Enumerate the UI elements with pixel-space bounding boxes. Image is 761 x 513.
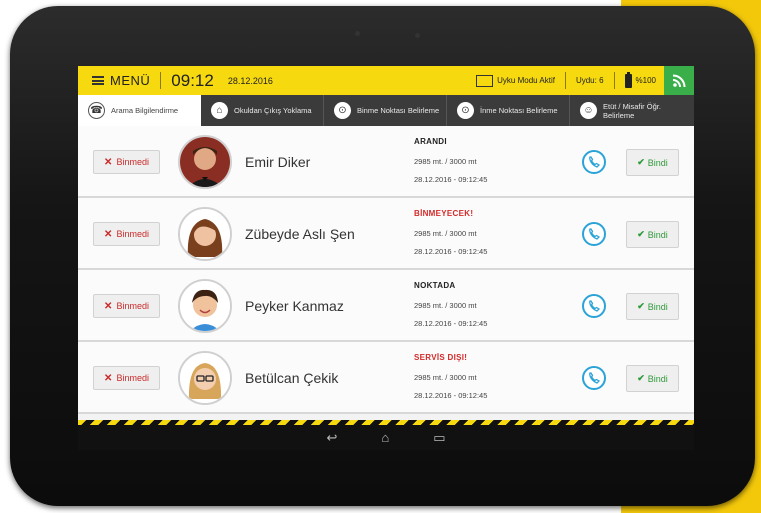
x-icon: ✕ [104,228,113,240]
users-icon: ☺ [580,102,597,119]
student-row: ✕ Binmedi Zübeyde Aslı Şen BİNMEYECEK! 29… [78,198,694,270]
distance: 2985 mt. / 3000 mt [414,373,477,382]
divider [564,72,566,89]
boarded-button[interactable]: ✔ Bindi [626,365,679,392]
boarded-button[interactable]: ✔ Bindi [626,149,679,176]
screen-icon [476,74,494,87]
boarded-label: Bindi [647,301,668,312]
not-boarded-button[interactable]: ✕ Binmedi [93,150,160,174]
boarded-label: Bindi [647,157,668,168]
boarded-button[interactable]: ✔ Bindi [626,293,679,320]
divider [613,72,615,89]
tab-label: Etüt / Misafir Öğr. Belirleme [603,101,661,120]
timestamp: 28.12.2016 - 09:12:45 [414,319,488,328]
phone-icon [589,228,601,240]
date: 28.12.2016 [227,75,273,86]
not-boarded-button[interactable]: ✕ Binmedi [93,294,160,318]
avatar [178,351,232,405]
student-name: Peyker Kanmaz [245,298,344,314]
rss-icon[interactable] [664,66,694,95]
student-row: ✕ Binmedi Peyker Kanmaz NOKTADA 2985 mt. … [78,270,694,342]
sensor-dot [415,33,420,38]
not-boarded-button[interactable]: ✕ Binmedi [93,366,160,390]
clock: 09:12 [171,70,214,90]
student-name: Betülcan Çekik [245,370,339,386]
tab-boarding-point[interactable]: ⊙ Binme Noktası Belirleme [324,95,447,126]
recent-apps-icon[interactable]: ▭ [433,430,445,446]
home-icon[interactable]: ⌂ [381,430,389,445]
timestamp: 28.12.2016 - 09:12:45 [414,175,488,184]
status-text: SERVİS DIŞI! [414,353,468,362]
student-row: ✕ Binmedi Emir Diker ARANDI 2985 mt. / 30… [78,126,694,198]
call-button[interactable] [582,150,606,174]
battery-icon [624,71,632,88]
distance: 2985 mt. / 3000 mt [414,301,477,310]
battery-label: %100 [635,76,656,85]
phone-icon [589,300,601,312]
call-button[interactable] [582,294,606,318]
boarded-button[interactable]: ✔ Bindi [626,221,679,248]
tab-dropoff-point[interactable]: ⊙ İnme Noktası Belirleme [447,95,570,126]
check-icon: ✔ [637,373,645,383]
battery-indicator: %100 [624,71,656,88]
divider [160,72,162,89]
tab-call-info[interactable]: ☎ Arama Bilgilendirme [78,95,201,126]
tab-label: Okuldan Çıkış Yoklama [234,106,312,115]
student-row: ✕ Binmedi Betülcan Çekik SERVİS DIŞI! 298… [78,342,694,414]
not-boarded-label: Binmedi [116,229,149,239]
sleep-mode-label: Uyku Modu Aktif [497,76,555,85]
status-bar: MENÜ 09:12 28.12.2016 Uyku Modu Aktif Uy… [78,66,694,95]
boarded-label: Bindi [647,373,668,384]
satellite-count: Uydu: 6 [575,76,604,85]
menu-label: MENÜ [110,73,151,88]
app-screen: MENÜ 09:12 28.12.2016 Uyku Modu Aktif Uy… [78,66,694,450]
tab-label: Binme Noktası Belirleme [357,106,440,115]
call-button[interactable] [582,222,606,246]
android-nav-bar: ↩ ⌂ ▭ [78,425,694,450]
call-button[interactable] [582,366,606,390]
not-boarded-label: Binmedi [116,373,149,383]
distance: 2985 mt. / 3000 mt [414,157,477,166]
tab-guest-student[interactable]: ☺ Etüt / Misafir Öğr. Belirleme [570,95,693,126]
tab-label: İnme Noktası Belirleme [480,106,558,115]
timestamp: 28.12.2016 - 09:12:45 [414,391,488,400]
phone-contact-icon: ☎ [88,102,105,119]
check-icon: ✔ [637,157,645,167]
check-icon: ✔ [637,229,645,239]
student-name: Zübeyde Aslı Şen [245,226,355,242]
status-text: NOKTADA [414,281,456,290]
check-icon: ✔ [637,301,645,311]
tab-school-exit[interactable]: ⌂ Okuldan Çıkış Yoklama [201,95,324,126]
distance: 2985 mt. / 3000 mt [414,229,477,238]
timestamp: 28.12.2016 - 09:12:45 [414,247,488,256]
back-icon[interactable]: ↩ [326,430,337,446]
x-icon: ✕ [104,156,113,168]
avatar [178,135,232,189]
pin-icon: ⊙ [457,102,474,119]
student-name: Emir Diker [245,154,311,170]
hamburger-icon [92,76,104,85]
x-icon: ✕ [104,372,113,384]
pin-icon: ⊙ [334,102,351,119]
sleep-mode-indicator: Uyku Modu Aktif [476,74,555,87]
avatar [178,207,232,261]
camera-dot [355,31,360,36]
status-text: BİNMEYECEK! [414,209,474,218]
student-list: ✕ Binmedi Emir Diker ARANDI 2985 mt. / 30… [78,126,694,414]
not-boarded-button[interactable]: ✕ Binmedi [93,222,160,246]
x-icon: ✕ [104,300,113,312]
not-boarded-label: Binmedi [116,301,149,311]
not-boarded-label: Binmedi [116,157,149,167]
tab-bar: ☎ Arama Bilgilendirme ⌂ Okuldan Çıkış Yo… [78,95,694,126]
phone-icon [589,372,601,384]
boarded-label: Bindi [647,229,668,240]
status-text: ARANDI [414,137,447,146]
phone-icon [589,156,601,168]
tab-label: Arama Bilgilendirme [111,106,179,115]
school-icon: ⌂ [211,102,228,119]
avatar [178,279,232,333]
menu-button[interactable]: MENÜ [78,66,150,95]
